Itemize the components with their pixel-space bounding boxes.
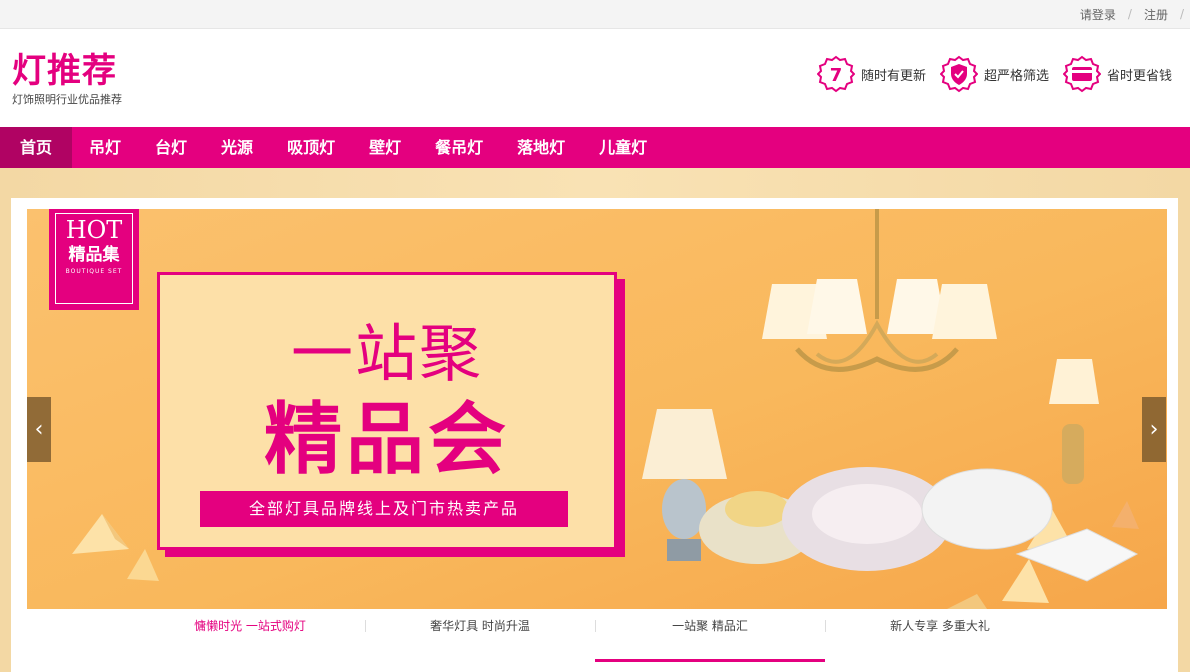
feature-save: 省时更省钱 (1062, 55, 1172, 93)
header: 灯推荐 灯饰照明行业优品推荐 7 随时有更新 超严格筛选 省时更省钱 (0, 29, 1190, 127)
hero-banner[interactable]: HOT 精品集 BOUTIQUE SET 一站聚 精品会 全部灯具品牌线上及门市… (27, 209, 1167, 609)
slide-tab[interactable]: 慵懒时光 一站式购灯 (135, 614, 365, 650)
shield-icon (939, 55, 978, 93)
feature-label: 随时有更新 (860, 68, 926, 84)
slide-tab[interactable]: 奢华灯具 时尚升温 (365, 614, 595, 650)
register-link[interactable]: 注册 (1144, 6, 1168, 23)
promo-panel: 一站聚 精品会 全部灯具品牌线上及门市热卖产品 (157, 272, 617, 550)
logo-subtitle: 灯饰照明行业优品推荐 (12, 93, 122, 106)
nav-item-wall[interactable]: 壁灯 (352, 127, 418, 168)
login-link[interactable]: 请登录 (1080, 6, 1116, 23)
nav-item-dining[interactable]: 餐吊灯 (418, 127, 500, 168)
logo[interactable]: 灯推荐 灯饰照明行业优品推荐 (12, 51, 122, 107)
nav-item-ceiling[interactable]: 吸顶灯 (270, 127, 352, 168)
nav-item-light-source[interactable]: 光源 (204, 127, 270, 168)
nav-item-kids[interactable]: 儿童灯 (582, 127, 664, 168)
user-links: 请登录 / 注册 / (1074, 0, 1190, 28)
feature-filter: 超严格筛选 (939, 55, 1049, 93)
slide-tab[interactable]: 新人专享 多重大礼 (825, 614, 1055, 650)
nav-item-pendant[interactable]: 吊灯 (72, 127, 138, 168)
top-bar: 请登录 / 注册 / (0, 0, 1190, 29)
promo-tagline: 全部灯具品牌线上及门市热卖产品 (200, 491, 568, 527)
main-nav: 首页 吊灯 台灯 光源 吸顶灯 壁灯 餐吊灯 落地灯 儿童灯 (0, 127, 1190, 168)
feature-label: 省时更省钱 (1106, 68, 1172, 84)
seven-day-icon: 7 (816, 55, 855, 93)
hot-subtitle: 精品集 (68, 245, 120, 265)
hot-title: HOT (65, 216, 123, 244)
svg-text:7: 7 (830, 65, 843, 86)
hot-caption: BOUTIQUE SET (65, 268, 123, 275)
next-slide-button[interactable]: › (1142, 397, 1166, 462)
slide-tab-active[interactable]: 一站聚 精品汇 (595, 614, 825, 662)
nav-item-floor[interactable]: 落地灯 (500, 127, 582, 168)
card-icon (1062, 55, 1101, 93)
separator: / (1127, 7, 1132, 21)
feature-list: 7 随时有更新 超严格筛选 省时更省钱 (803, 55, 1172, 93)
hot-badge: HOT 精品集 BOUTIQUE SET (49, 209, 139, 310)
nav-item-table-lamp[interactable]: 台灯 (138, 127, 204, 168)
separator: / (1179, 7, 1184, 21)
prev-slide-button[interactable]: ‹ (27, 397, 51, 462)
promo-headline-large: 精品会 (263, 395, 510, 485)
feature-label: 超严格筛选 (983, 68, 1049, 84)
feature-updates: 7 随时有更新 (816, 55, 926, 93)
nav-item-home[interactable]: 首页 (0, 127, 73, 168)
logo-title: 灯推荐 (12, 51, 117, 91)
slide-tabs: 慵懒时光 一站式购灯 奢华灯具 时尚升温 一站聚 精品汇 新人专享 多重大礼 (135, 614, 1055, 662)
